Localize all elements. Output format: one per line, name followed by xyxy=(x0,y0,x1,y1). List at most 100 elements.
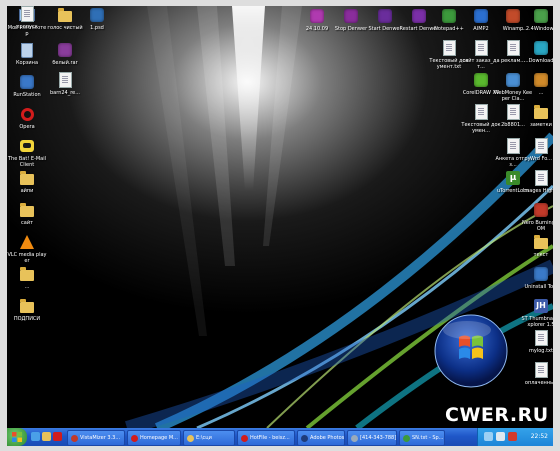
document-icon xyxy=(19,6,35,22)
desktop-icon-29[interactable]: Wrd Fo... xyxy=(521,138,553,162)
desktop-icon-label: 1.psd xyxy=(90,25,104,31)
app-icon xyxy=(351,434,358,442)
taskbar-button-1[interactable]: VistaMizer 3.3... xyxy=(67,430,125,446)
taskbar-button-2[interactable]: Homepage M... xyxy=(127,430,181,446)
document-icon xyxy=(505,138,521,154)
desktop-icon-33[interactable]: сайт xyxy=(7,202,47,226)
desktop-icon-38[interactable]: Uninstall Tool xyxy=(521,266,553,290)
desktop-icon-32[interactable]: Images High... xyxy=(521,170,553,194)
folder-icon xyxy=(19,170,35,186)
taskbar-button-label: VistaMizer 3.3... xyxy=(80,435,121,441)
desktop-icon-30[interactable]: айпи xyxy=(7,170,47,194)
desktop-icon-label: ... xyxy=(538,90,544,96)
desktop-icon-label: пропуск xyxy=(16,24,38,30)
desktop-icon-label: ... xyxy=(24,284,30,290)
desktop-icon-label: заметки xyxy=(530,122,552,128)
document-icon xyxy=(533,138,549,154)
taskbar-button-label: [414-343-788] xyxy=(360,435,397,441)
desktop-icon-19[interactable]: barn24_re... xyxy=(45,72,85,96)
document-icon xyxy=(505,104,521,120)
desktop-icon-39[interactable]: ПОДПИСИ xyxy=(7,298,47,322)
desktop-icon-label: The Bat! E-Mail Client xyxy=(7,156,47,168)
taskbar: VistaMizer 3.3... Homepage M... E:\сци HotF… xyxy=(7,428,553,446)
app-icon xyxy=(533,266,549,282)
clock[interactable]: 22:52 xyxy=(531,433,548,440)
app-icon xyxy=(187,434,194,442)
app-icon xyxy=(533,40,549,56)
folder-icon xyxy=(19,266,35,282)
desktop-icon-27[interactable]: The Bat! E-Mail Client xyxy=(7,138,47,168)
taskbar-button-5[interactable]: Adobe Photos... xyxy=(297,430,345,446)
rar-icon xyxy=(57,42,73,58)
desktop-icon-label: ST Thumbnail Explorer 1.5 xyxy=(521,316,553,328)
ie-icon[interactable] xyxy=(31,432,40,441)
desktop-icon-37[interactable]: ... xyxy=(7,266,47,290)
desktop-icon-41[interactable]: mylog.txt xyxy=(521,330,553,354)
desktop-icon-label: сайт xyxy=(21,220,33,226)
desktop-icon-34[interactable]: VLC media player xyxy=(7,234,47,264)
folder-icon[interactable] xyxy=(42,432,51,441)
desktop-icon-22[interactable]: ... xyxy=(521,72,553,96)
taskbar-button-6[interactable]: [414-343-788] xyxy=(347,430,397,446)
app-icon xyxy=(301,434,308,442)
st-icon: JH xyxy=(533,298,549,314)
app-icon xyxy=(403,434,410,442)
antivirus-icon[interactable] xyxy=(508,432,517,441)
utorrent-icon: µ xyxy=(505,170,521,186)
app-icon xyxy=(411,8,427,24)
document-icon xyxy=(533,362,549,378)
opera-icon[interactable] xyxy=(53,432,62,441)
document-icon xyxy=(441,40,457,56)
desktop-icon-23[interactable]: Opera xyxy=(7,106,47,130)
desktop-icon-17[interactable]: ...Download... xyxy=(521,40,553,64)
document-icon xyxy=(533,170,549,186)
app-icon xyxy=(505,8,521,24)
taskbar-button-label: Homepage M... xyxy=(140,435,178,441)
volume-icon[interactable] xyxy=(496,432,505,441)
taskbar-button-label: E:\сци xyxy=(196,435,212,441)
desktop-icon-42[interactable]: оплаченные xyxy=(521,362,553,386)
desktop-icon-label: Wrd Fo... xyxy=(530,156,552,162)
system-tray: 22:52 xyxy=(477,428,553,446)
app-icon xyxy=(377,8,393,24)
desktop-icon-label: Images High... xyxy=(522,188,553,194)
desktop-icon-3[interactable]: 1.psd xyxy=(77,7,117,31)
desktop-icon-label: barn24_re... xyxy=(49,90,81,96)
folder-icon xyxy=(533,104,549,120)
desktop-icon-35[interactable]: Nero Burning ROM xyxy=(521,202,553,232)
taskbar-button-label: HotFile - beisz... xyxy=(250,435,290,441)
desktop-icon-label: VLC media player xyxy=(7,252,47,264)
start-button[interactable] xyxy=(7,428,27,446)
desktop-icon-11[interactable]: ...2.4Windows... xyxy=(521,8,553,32)
opera-icon xyxy=(19,106,35,122)
taskbar-button-label: Adobe Photos... xyxy=(310,435,345,441)
taskbar-button-4[interactable]: HotFile - beisz... xyxy=(237,430,295,446)
network-icon[interactable] xyxy=(484,432,493,441)
desktop-icon-40[interactable]: JH ST Thumbnail Explorer 1.5 xyxy=(521,298,553,328)
desktop-icon-18[interactable]: RunStation xyxy=(7,74,47,98)
desktop-icon-label: Корзина xyxy=(15,60,39,66)
app-icon xyxy=(473,8,489,24)
folder-icon xyxy=(19,202,35,218)
desktop-icon-label: Nero Burning ROM xyxy=(522,220,553,232)
desktop-icon-label: текст xyxy=(533,252,549,258)
taskbar-button-7[interactable]: SN.txt - Sp... xyxy=(399,430,445,446)
bin-icon xyxy=(19,42,35,58)
desktop-icon-13[interactable]: белый.rar xyxy=(45,42,85,66)
taskbar-button-3[interactable]: E:\сци xyxy=(183,430,235,446)
desktop-icon-label: Uninstall Tool xyxy=(524,284,553,290)
desktop-icon-26[interactable]: заметки xyxy=(521,104,553,128)
document-icon xyxy=(533,330,549,346)
folder-icon xyxy=(57,7,73,23)
desktop-icon-36[interactable]: текст xyxy=(521,234,553,258)
windows-flag-icon xyxy=(12,432,22,442)
desktop-icon-label: ПОДПИСИ xyxy=(13,316,41,322)
desktop-icon-12[interactable]: Корзина xyxy=(7,42,47,66)
document-icon xyxy=(473,104,489,120)
desktop-icon-label: айпи xyxy=(20,188,34,194)
app-icon xyxy=(441,8,457,24)
desktop-icon-43[interactable]: пропуск xyxy=(7,6,47,30)
document-icon xyxy=(57,72,73,88)
bat-icon xyxy=(19,138,35,154)
desktop-icon-label: белый.rar xyxy=(52,60,78,66)
